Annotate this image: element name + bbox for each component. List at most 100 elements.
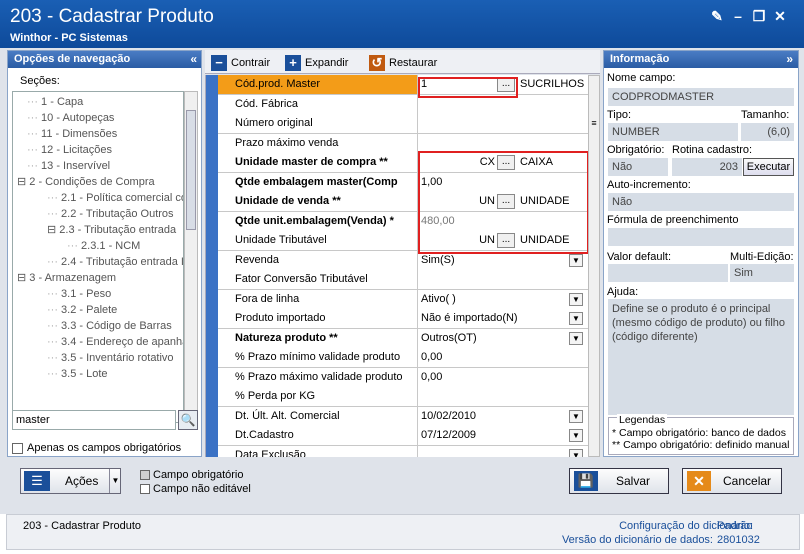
execute-button[interactable]: Executar xyxy=(743,158,794,176)
tree-item[interactable]: ··· 2.2 - Tributação Outros xyxy=(47,206,174,222)
scroll-grip-icon[interactable]: ≡ xyxy=(589,116,599,130)
tree-item[interactable]: ··· 1 - Capa xyxy=(27,94,83,110)
actions-button[interactable]: ☰ Ações ▼ xyxy=(20,468,121,494)
tree-connector-icon: ··· xyxy=(47,192,62,204)
edit-icon[interactable]: ✎ xyxy=(710,9,724,23)
grid-row-value[interactable] xyxy=(417,270,588,289)
info-title: Informação xyxy=(610,53,670,65)
collapse-button[interactable]: − Contrair xyxy=(211,55,270,71)
tree-item[interactable]: ··· 10 - Autopeças xyxy=(27,110,114,126)
grid-row[interactable]: Dt.Cadastro 07/12/2009 ▼ xyxy=(218,426,588,446)
checkbox-box[interactable] xyxy=(12,442,23,454)
grid-row[interactable]: Cód.prod. Master 1... SUCRILHOS K xyxy=(218,75,588,95)
tree-toggle-icon[interactable]: ⊟ xyxy=(17,176,29,188)
chevron-down-icon[interactable]: ▼ xyxy=(569,409,583,423)
tree-item-label: 2 - Condições de Compra xyxy=(29,176,155,188)
navigation-panel: Opções de navegação « Seções: ··· 1 - Ca… xyxy=(7,50,202,457)
tree-item[interactable]: ··· 3.5 - Lote xyxy=(47,366,108,382)
tree-item[interactable]: ⊟ 3 - Armazenagem xyxy=(17,270,116,286)
grid-scrollbar[interactable]: ≡ xyxy=(588,75,600,457)
cancel-button[interactable]: ✕ Cancelar xyxy=(682,468,782,494)
grid-row[interactable]: Fator Conversão Tributável xyxy=(218,270,588,290)
save-button[interactable]: 💾 Salvar xyxy=(569,468,669,494)
tree-item[interactable]: ··· 3.1 - Peso xyxy=(47,286,111,302)
grid-row[interactable]: Número original xyxy=(218,114,588,134)
grid-row[interactable]: % Prazo mínimo validade produto 0,00 xyxy=(218,348,588,368)
actions-dropdown-icon[interactable]: ▼ xyxy=(109,469,121,493)
grid-row[interactable]: Data Exclusão ▼ xyxy=(218,445,588,457)
close-icon[interactable]: ✕ xyxy=(773,9,787,23)
grid-row[interactable]: Produto importado Não é importado(N) ▼ xyxy=(218,309,588,329)
grid-row-value[interactable] xyxy=(417,133,588,153)
actions-icon: ☰ xyxy=(24,471,50,491)
tree-item[interactable]: ⊟ 2 - Condições de Compra xyxy=(17,174,155,190)
grid-row-value[interactable]: Ativo( ) ▼ xyxy=(417,289,588,309)
tree-item[interactable]: ··· 2.1 - Política comercial comp xyxy=(47,190,183,206)
grid-row[interactable]: Dt. Últ. Alt. Comercial 10/02/2010 ▼ xyxy=(218,406,588,426)
tree-item[interactable]: ··· 3.2 - Palete xyxy=(47,302,117,318)
default-label: Valor default: xyxy=(607,251,672,263)
chevron-down-icon[interactable]: ▼ xyxy=(569,292,583,306)
only-required-checkbox[interactable]: Apenas os campos obrigatórios xyxy=(12,442,181,454)
tree-connector-icon: ··· xyxy=(47,336,62,348)
grid-row-value[interactable]: 0,00 xyxy=(417,367,588,387)
grid-row-value[interactable]: Não é importado(N) ▼ xyxy=(417,309,588,328)
tree-item-label: 2.2 - Tributação Outros xyxy=(61,208,174,220)
chevron-down-icon[interactable]: ▼ xyxy=(569,312,583,325)
grid-row-value[interactable]: ▼ xyxy=(417,445,588,457)
grid-row[interactable]: % Prazo máximo validade produto 0,00 xyxy=(218,367,588,387)
tree-item[interactable]: ··· 3.4 - Endereço de apanha xyxy=(47,334,184,350)
grid-row-label: % Perda por KG xyxy=(218,387,417,406)
section-tree[interactable]: ··· 1 - Capa ··· 10 - Autopeças ··· 11 - D… xyxy=(12,91,184,423)
grid-row-value[interactable]: 10/02/2010 ▼ xyxy=(417,406,588,426)
sections-label: Seções: xyxy=(20,75,60,87)
chevron-down-icon[interactable]: ▼ xyxy=(569,429,583,442)
tree-item[interactable]: ··· 3.3 - Código de Barras xyxy=(47,318,172,334)
maximize-icon[interactable]: ❐ xyxy=(752,9,766,23)
grid-row[interactable]: Fora de linha Ativo( ) ▼ xyxy=(218,289,588,309)
tree-item[interactable]: ··· 11 - Dimensões xyxy=(27,126,117,142)
routine-value: 203 xyxy=(672,158,742,176)
chevron-down-icon[interactable]: ▼ xyxy=(569,253,583,267)
tree-connector-icon: ··· xyxy=(67,240,82,252)
tree-item-label: 3.4 - Endereço de apanha xyxy=(61,336,184,348)
expand-button[interactable]: + Expandir xyxy=(285,55,348,71)
grid-row-value[interactable]: 07/12/2009 ▼ xyxy=(417,426,588,445)
grid-row-value[interactable] xyxy=(417,387,588,406)
tree-item[interactable]: ··· 2.4 - Tributação entrada In xyxy=(47,254,183,270)
tree-toggle-icon[interactable]: ⊟ xyxy=(17,272,29,284)
grid-row-value[interactable]: Outros(OT) ▼ xyxy=(417,328,588,348)
grid-row[interactable]: Cód. Fábrica xyxy=(218,94,588,114)
routine-label: Rotina cadastro: xyxy=(672,144,753,156)
tree-item[interactable]: ··· 2.3.1 - NCM xyxy=(67,238,140,254)
tree-item[interactable]: ··· 3.5 - Inventário rotativo xyxy=(47,350,174,366)
size-label: Tamanho: xyxy=(741,109,790,121)
grid-row[interactable]: % Perda por KG xyxy=(218,387,588,407)
tree-item-label: 3.5 - Inventário rotativo xyxy=(61,352,174,364)
minimize-icon[interactable]: – xyxy=(731,9,745,23)
highlight-units xyxy=(418,151,588,254)
auto-increment-value: Não xyxy=(608,193,794,211)
tree-toggle-icon[interactable]: ⊟ xyxy=(47,224,59,236)
chevron-down-icon[interactable]: ▼ xyxy=(569,448,583,457)
tree-item[interactable]: ⊟ 2.3 - Tributação entrada xyxy=(47,222,176,238)
tree-item[interactable]: ··· 12 - Licitações xyxy=(27,142,112,158)
restore-button[interactable]: ↺ Restaurar xyxy=(369,55,437,71)
tree-scrollbar[interactable] xyxy=(184,91,198,423)
auto-increment-label: Auto-incremento: xyxy=(607,179,691,191)
chevron-down-icon[interactable]: ▼ xyxy=(569,331,583,345)
grid-row-label: Fora de linha xyxy=(218,289,417,309)
collapse-panel-icon[interactable]: « xyxy=(190,52,197,66)
grid-row-value[interactable]: 0,00 xyxy=(417,348,588,367)
expand-panel-icon[interactable]: » xyxy=(786,52,793,66)
tree-scroll-thumb[interactable] xyxy=(186,110,196,230)
tree-item[interactable]: ··· 13 - Inservível xyxy=(27,158,110,174)
tree-item-label: 3.2 - Palete xyxy=(61,304,118,316)
search-icon[interactable]: 🔍 xyxy=(178,410,198,430)
grid-row-label: Cód.prod. Master xyxy=(218,75,417,94)
tree-item-label: 2.3 - Tributação entrada xyxy=(59,224,177,236)
grid-row[interactable]: Natureza produto ** Outros(OT) ▼ xyxy=(218,328,588,348)
section-search-input[interactable] xyxy=(12,410,176,430)
property-grid: Cód.prod. Master 1... SUCRILHOS K Cód. Fábr… xyxy=(205,75,588,457)
grid-row-value[interactable] xyxy=(417,114,588,133)
